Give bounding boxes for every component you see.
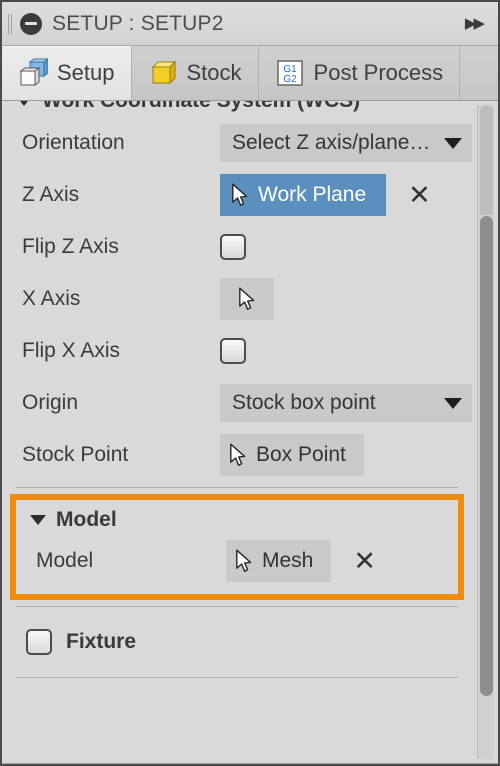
section-header-model[interactable]: Model: [16, 504, 458, 536]
section-title-fixture: Fixture: [66, 630, 137, 653]
cursor-arrow-icon: [239, 287, 255, 310]
tab-post-process[interactable]: G1 G2 Post Process: [259, 46, 461, 100]
section-divider: [16, 677, 458, 678]
section-header-fixture[interactable]: Fixture: [2, 613, 472, 671]
chevron-down-icon: [444, 137, 462, 149]
flip-x-axis-checkbox[interactable]: [220, 338, 246, 364]
svg-text:G2: G2: [283, 74, 297, 85]
row-orientation: Orientation Select Z axis/plane…: [2, 117, 472, 169]
section-header-wcs[interactable]: Work Coordinate System (WCS): [2, 101, 472, 117]
label-model: Model: [36, 549, 94, 572]
label-z-axis: Z Axis: [22, 183, 80, 206]
row-origin: Origin Stock box point: [2, 377, 472, 429]
z-axis-value: Work Plane: [258, 183, 367, 206]
gcode-g1g2-icon: G1 G2: [276, 60, 303, 86]
z-axis-select-button[interactable]: Work Plane: [220, 174, 387, 216]
label-origin: Origin: [22, 391, 79, 414]
orientation-dropdown[interactable]: Select Z axis/plane…: [220, 124, 472, 162]
setup-cube-icon: [19, 58, 48, 86]
cursor-arrow-icon: [232, 183, 248, 206]
row-z-axis: Z Axis Work Plane ✕: [2, 169, 472, 221]
origin-value: Stock box point: [232, 391, 376, 414]
origin-dropdown[interactable]: Stock box point: [220, 384, 472, 422]
page-title: SETUP : SETUP2: [52, 11, 224, 35]
fixture-checkbox[interactable]: [26, 629, 52, 655]
clear-model-icon[interactable]: ✕: [353, 548, 376, 575]
stock-point-select-button[interactable]: Box Point: [220, 434, 364, 476]
drag-grip-icon[interactable]: [8, 13, 14, 34]
cursor-arrow-icon: [236, 549, 252, 572]
tab-bar: Setup Stock G1 G2 Post Process: [2, 46, 498, 101]
row-x-axis: X Axis: [2, 273, 472, 325]
section-divider: [16, 606, 458, 607]
setup-dialog: SETUP : SETUP2 ▶▶ Setup Stock G1 G2 Post…: [0, 0, 500, 766]
tab-stock-label: Stock: [186, 60, 242, 85]
flip-z-axis-checkbox[interactable]: [220, 234, 246, 260]
label-orientation: Orientation: [22, 131, 125, 154]
label-stock-point: Stock Point: [22, 443, 129, 466]
clear-z-axis-icon[interactable]: ✕: [408, 182, 431, 209]
chevron-down-icon[interactable]: [30, 515, 46, 525]
stock-point-value: Box Point: [256, 443, 346, 466]
scrollbar-track[interactable]: [480, 105, 493, 215]
tab-setup-label: Setup: [57, 60, 115, 85]
orientation-value: Select Z axis/plane…: [232, 131, 431, 154]
tab-post-process-label: Post Process: [313, 60, 444, 85]
label-flip-z-axis: Flip Z Axis: [22, 235, 119, 258]
section-divider: [16, 487, 458, 488]
settings-panel: Work Coordinate System (WCS) Orientation…: [2, 101, 498, 763]
label-flip-x-axis: Flip X Axis: [22, 339, 121, 362]
model-select-button[interactable]: Mesh: [226, 540, 332, 582]
row-stock-point: Stock Point Box Point: [2, 429, 472, 481]
dialog-title-bar: SETUP : SETUP2 ▶▶: [2, 2, 498, 46]
vertical-scrollbar[interactable]: [477, 105, 494, 759]
scrollbar-thumb[interactable]: [480, 216, 493, 696]
row-model: Model Mesh ✕: [16, 536, 458, 586]
double-right-arrow-icon[interactable]: ▶▶: [465, 16, 486, 31]
chevron-down-icon: [444, 397, 462, 409]
label-x-axis: X Axis: [22, 287, 81, 310]
chevron-down-icon[interactable]: [16, 101, 32, 106]
settings-content: Work Coordinate System (WCS) Orientation…: [2, 101, 472, 684]
model-section-highlight: Model Model Mesh ✕: [10, 494, 464, 600]
model-value: Mesh: [262, 549, 314, 572]
cursor-arrow-icon: [230, 443, 246, 466]
tab-setup[interactable]: Setup: [2, 46, 132, 100]
stock-box-icon: [151, 60, 176, 85]
row-flip-z-axis: Flip Z Axis: [2, 221, 472, 273]
tab-stock[interactable]: Stock: [132, 46, 259, 100]
section-title-wcs: Work Coordinate System (WCS): [42, 101, 360, 113]
row-flip-x-axis: Flip X Axis: [2, 325, 472, 377]
section-title-model: Model: [56, 508, 117, 531]
x-axis-select-button[interactable]: [220, 278, 274, 320]
minus-circle-icon[interactable]: [20, 12, 42, 35]
